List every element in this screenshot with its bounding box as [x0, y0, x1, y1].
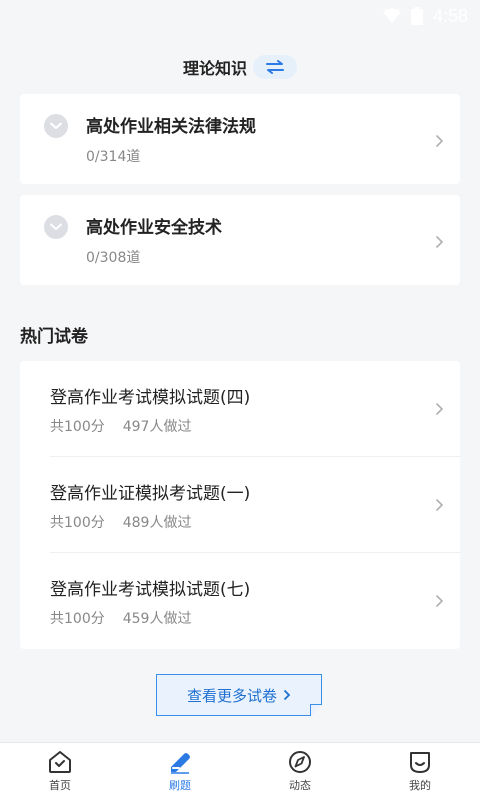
exam-meta: 共100分 497人做过	[50, 416, 191, 436]
pencil-icon	[171, 753, 190, 774]
swap-arrows-icon	[266, 60, 284, 74]
profile-icon	[410, 752, 430, 773]
page-title: 理论知识	[182, 59, 247, 78]
exam-takers: 497人做过	[122, 419, 192, 435]
exam-meta: 共100分 459人做过	[50, 608, 191, 628]
check-circle-icon	[44, 215, 68, 239]
topic-card[interactable]: 高处作业安全技术 0/308道	[20, 195, 460, 285]
check-circle-icon	[44, 114, 68, 138]
exam-item[interactable]: 登高作业考试模拟试题(七) 共100分 459人做过	[20, 553, 460, 649]
tab-home[interactable]: 首页	[0, 743, 120, 800]
tab-label: 刷题	[169, 779, 191, 792]
exam-item[interactable]: 登高作业考试模拟试题(四) 共100分 497人做过	[20, 361, 460, 457]
exam-takers: 459人做过	[122, 611, 192, 627]
chevron-right-icon	[435, 134, 444, 148]
exam-item[interactable]: 登高作业证模拟考试题(一) 共100分 489人做过	[20, 457, 460, 553]
exam-title: 登高作业考试模拟试题(四)	[50, 388, 251, 408]
compass-icon	[289, 751, 311, 773]
exam-score: 共100分	[50, 419, 105, 435]
tab-profile[interactable]: 我的	[360, 743, 480, 800]
status-time: 4:58	[432, 5, 468, 26]
topic-title: 高处作业安全技术	[86, 218, 222, 238]
bottom-tab-bar: 首页 刷题 动态 我的	[0, 742, 480, 800]
exam-score: 共100分	[50, 611, 105, 627]
exam-meta: 共100分 489人做过	[50, 512, 191, 532]
exam-list: 登高作业考试模拟试题(四) 共100分 497人做过 登高作业证模拟考试题(一)…	[20, 361, 460, 649]
section-title: 热门试卷	[20, 327, 88, 347]
exam-title: 登高作业证模拟考试题(一)	[50, 484, 251, 504]
topic-count: 0/314道	[86, 149, 141, 165]
view-more-label: 查看更多试卷	[186, 686, 277, 705]
tab-practice[interactable]: 刷题	[120, 743, 240, 800]
switch-button[interactable]	[253, 55, 297, 79]
exam-title: 登高作业考试模拟试题(七)	[50, 580, 251, 600]
wifi-icon	[382, 8, 401, 23]
topic-count: 0/308道	[86, 250, 141, 266]
battery-icon	[410, 7, 423, 25]
tab-label: 动态	[289, 779, 311, 792]
chevron-right-icon	[435, 594, 444, 608]
tab-feed[interactable]: 动态	[240, 743, 360, 800]
page-header: 理论知识	[0, 52, 480, 82]
view-more-exams-button[interactable]: 查看更多试卷	[156, 674, 322, 716]
chevron-right-icon	[283, 689, 291, 701]
folded-corner	[310, 704, 322, 716]
home-icon	[49, 751, 71, 773]
tab-label: 首页	[49, 779, 71, 792]
chevron-right-icon	[435, 498, 444, 512]
exam-takers: 489人做过	[122, 515, 192, 531]
exam-score: 共100分	[50, 515, 105, 531]
topic-title: 高处作业相关法律法规	[86, 117, 256, 137]
chevron-right-icon	[435, 402, 444, 416]
tab-label: 我的	[409, 779, 431, 792]
status-bar: 4:58	[0, 0, 480, 32]
chevron-right-icon	[435, 235, 444, 249]
topic-card[interactable]: 高处作业相关法律法规 0/314道	[20, 94, 460, 184]
